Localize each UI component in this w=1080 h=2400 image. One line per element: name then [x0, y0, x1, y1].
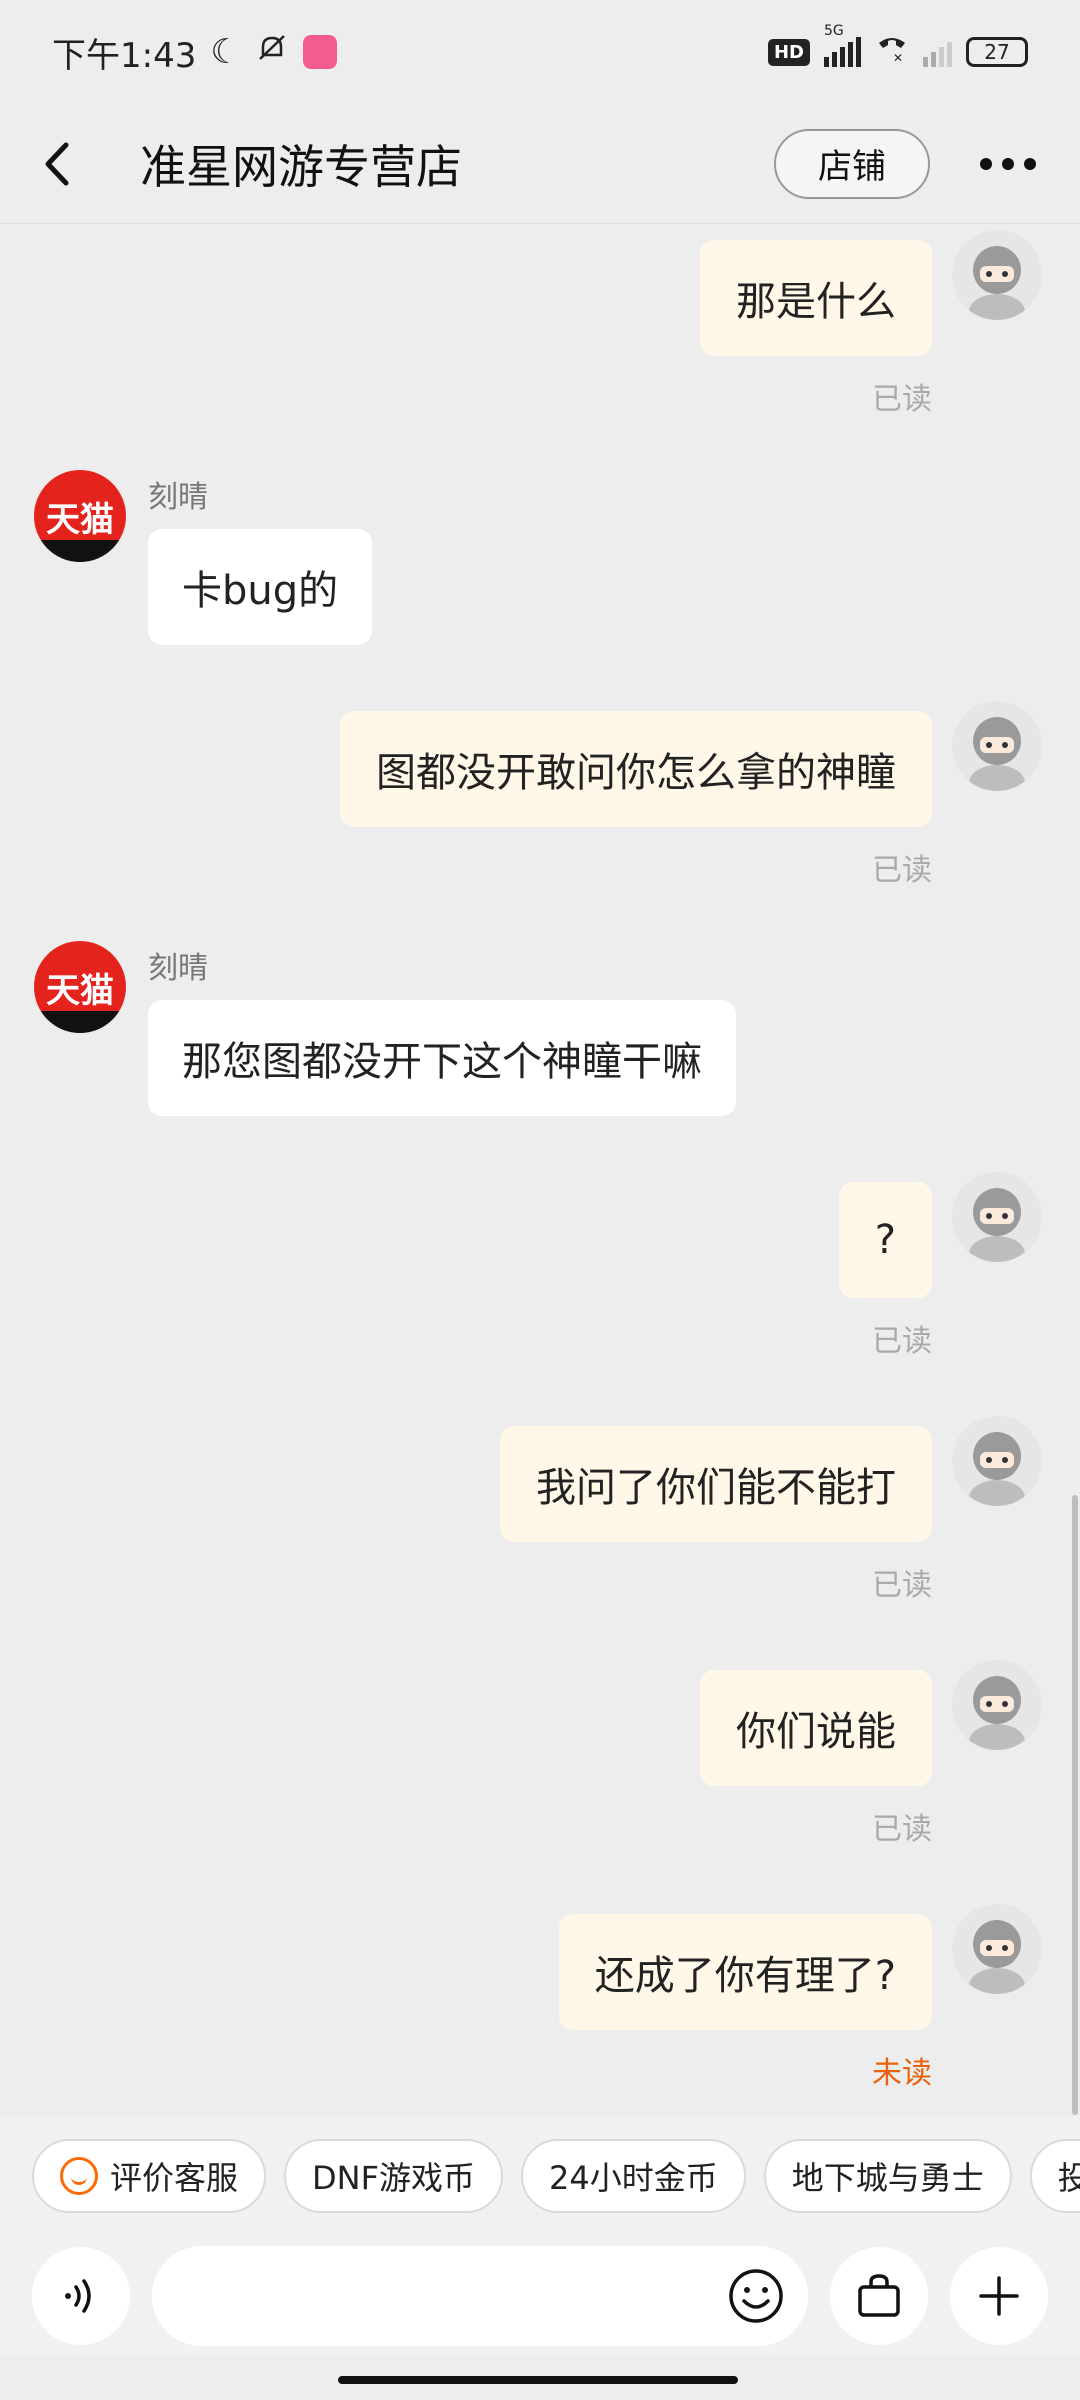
voice-button[interactable] — [32, 2247, 130, 2345]
my-avatar[interactable] — [952, 1172, 1042, 1262]
chip-rate-service[interactable]: 评价客服 — [32, 2139, 267, 2213]
back-button[interactable] — [40, 134, 90, 194]
message-input[interactable] — [152, 2246, 808, 2346]
chip-dnf-coins[interactable]: DNF游戏币 — [284, 2139, 504, 2213]
chat-header: 准星网游专营店 店铺 — [0, 104, 1080, 224]
scrollbar[interactable] — [1072, 1495, 1078, 2115]
shop-bag-button[interactable] — [830, 2247, 928, 2345]
my-avatar[interactable] — [952, 1660, 1042, 1750]
read-status: 已读 — [872, 382, 932, 417]
read-status: 已读 — [872, 1568, 932, 1603]
my-avatar[interactable] — [952, 230, 1042, 320]
page-title: 准星网游专营店 — [140, 139, 462, 194]
more-icon[interactable] — [980, 157, 1040, 170]
message-bubble[interactable]: 你们说能 — [700, 1670, 932, 1786]
chevron-left-icon — [45, 142, 69, 185]
chip-label: 评价客服 — [110, 2159, 239, 2197]
bell-off-icon — [255, 31, 289, 74]
hd-icon: HD — [767, 38, 810, 66]
message-bubble[interactable]: 那您图都没开下这个神瞳干嘛 — [148, 1000, 736, 1116]
call-icon: ✕ — [875, 32, 909, 72]
shop-avatar[interactable]: 天猫 — [34, 941, 126, 1033]
network-label: 5G — [824, 23, 844, 39]
message-bubble[interactable]: ? — [838, 1182, 932, 1298]
shop-button[interactable]: 店铺 — [774, 128, 930, 199]
message-bubble[interactable]: 我问了你们能不能打 — [500, 1426, 932, 1542]
svg-text:✕: ✕ — [893, 51, 903, 63]
read-status: 已读 — [872, 1812, 932, 1847]
voice-icon — [65, 2279, 91, 2313]
message-bubble[interactable]: 图都没开敢问你怎么拿的神瞳 — [340, 711, 932, 827]
my-avatar[interactable] — [952, 1904, 1042, 1994]
moon-icon: ☾ — [210, 32, 241, 72]
clock: 下午1:43 — [52, 35, 197, 76]
smiley-icon — [60, 2157, 98, 2195]
quick-reply-bar: 评价客服 DNF游戏币 24小时金币 地下城与勇士 投诉 — [0, 2116, 1080, 2236]
chip-complaint[interactable]: 投诉 — [1029, 2139, 1080, 2213]
read-status: 已读 — [872, 1324, 932, 1359]
message-bubble[interactable]: 还成了你有理了? — [558, 1914, 932, 2030]
message-bubble[interactable]: 卡bug的 — [148, 529, 373, 645]
input-bar — [0, 2236, 1080, 2356]
plus-icon — [979, 2276, 1019, 2316]
status-bar: 下午1:43 ☾ HD 5G ✕ 27 — [0, 0, 1080, 104]
shopping-bag-icon — [858, 2274, 900, 2317]
plus-button[interactable] — [950, 2247, 1048, 2345]
unread-status: 未读 — [872, 2056, 932, 2091]
home-indicator[interactable] — [338, 2376, 738, 2384]
my-avatar[interactable] — [952, 701, 1042, 791]
message-bubble[interactable]: 那是什么 — [700, 240, 932, 356]
signal-weak-icon — [923, 37, 952, 67]
signal-icon: 5G — [824, 23, 861, 67]
my-avatar[interactable] — [952, 1416, 1042, 1506]
chip-dungeon-fighter[interactable]: 地下城与勇士 — [763, 2139, 1012, 2213]
read-status: 已读 — [872, 853, 932, 888]
sender-name: 刻晴 — [148, 480, 208, 515]
emoji-icon[interactable] — [728, 2268, 784, 2324]
bilibili-icon — [302, 35, 337, 69]
shop-avatar[interactable]: 天猫 — [34, 470, 126, 562]
sender-name: 刻晴 — [148, 951, 208, 986]
chat-area[interactable]: 那是什么 已读 天猫 刻晴 卡bug的 图都没开敢问你怎么拿的神瞳 已读 天猫 … — [0, 224, 1080, 2114]
battery-icon: 27 — [966, 37, 1028, 67]
chip-24h-coins[interactable]: 24小时金币 — [521, 2139, 746, 2213]
